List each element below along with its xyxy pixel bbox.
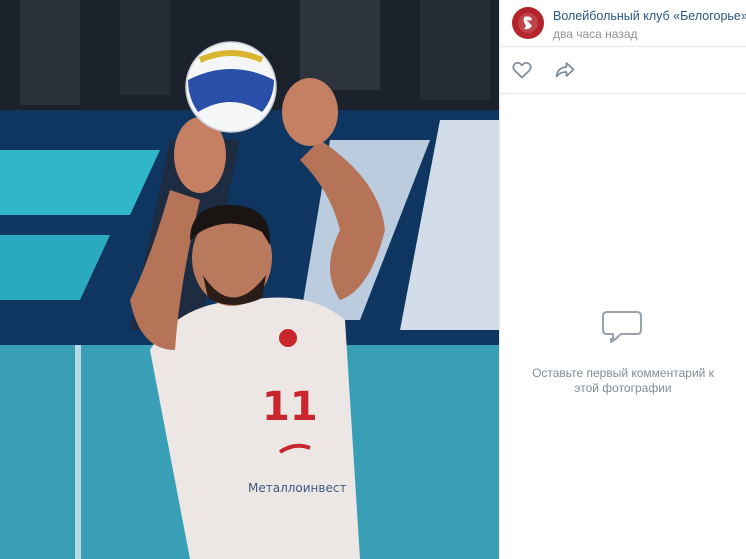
group-name-link[interactable]: Волейбольный клуб «Белогорье» [553, 9, 746, 23]
post-actions [500, 47, 746, 94]
volleyball-photo: 11 Металлоинвест [0, 0, 499, 559]
post-header: Волейбольный клуб «Белогорье» два часа н… [500, 0, 746, 47]
jersey-number: 11 [262, 384, 318, 430]
like-button[interactable] [511, 59, 533, 81]
club-logo-icon [518, 13, 538, 33]
comment-bubbles-icon [601, 308, 645, 352]
sponsor-logo-text: Металлоинвест [248, 481, 346, 495]
empty-comments-text: Оставьте первый комментарий к этой фотог… [532, 366, 714, 395]
comments-empty-state: Оставьте первый комментарий к этой фотог… [500, 308, 746, 396]
avatar[interactable] [512, 7, 544, 39]
post-timestamp[interactable]: два часа назад [553, 28, 746, 40]
post-sidebar: Волейбольный клуб «Белогорье» два часа н… [499, 0, 746, 559]
photo-viewer[interactable]: 11 Металлоинвест [0, 0, 499, 559]
share-arrow-icon [555, 62, 575, 78]
share-button[interactable] [554, 59, 576, 81]
heart-icon [512, 61, 532, 79]
